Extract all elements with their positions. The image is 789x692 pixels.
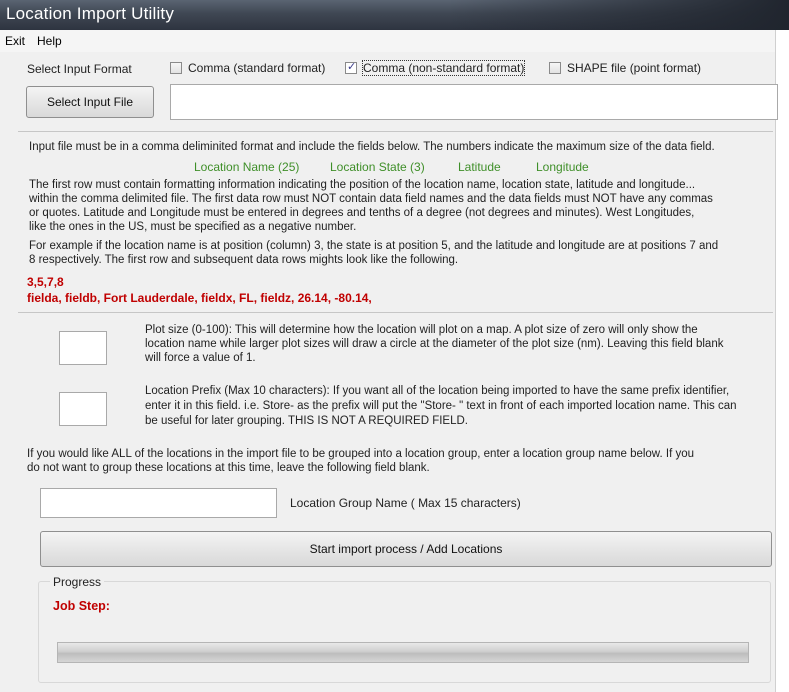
location-group-name-label: Location Group Name ( Max 15 characters) <box>290 496 521 510</box>
menu-exit[interactable]: Exit <box>5 34 25 48</box>
field-latitude: Latitude <box>458 160 501 174</box>
instructions-para1-line3: or quotes. Latitude and Longitude must b… <box>29 207 695 219</box>
format-comma-standard[interactable]: Comma (standard format) <box>170 60 340 76</box>
menu-help[interactable]: Help <box>37 34 62 48</box>
location-group-name-input[interactable] <box>40 488 277 518</box>
example-data-row: fielda, fieldb, Fort Lauderdale, fieldx,… <box>27 291 372 305</box>
instructions-para1-line1: The first row must contain formatting in… <box>29 179 696 191</box>
title-bar-shade <box>449 0 789 30</box>
title-bar[interactable]: Location Import Utility <box>0 0 789 30</box>
location-prefix-input[interactable] <box>59 392 107 426</box>
format-shape-file[interactable]: SHAPE file (point format) <box>549 60 719 76</box>
prefix-desc-line2: enter it in this field. i.e. Store- as t… <box>145 400 737 412</box>
plot-size-input[interactable] <box>59 331 107 365</box>
format-comma-nonstandard-label: Comma (non-standard format) <box>361 60 526 76</box>
select-input-file-button[interactable]: Select Input File <box>26 86 154 118</box>
app-window: Location Import Utility Exit Help Select… <box>0 0 789 692</box>
instructions-para1-line2: within the comma delimited file. The fir… <box>29 193 713 205</box>
instructions-line1: Input file must be in a comma deliminite… <box>29 141 715 153</box>
input-format-label: Select Input Format <box>27 62 132 76</box>
job-step-label: Job Step: <box>53 599 110 613</box>
input-file-path-field[interactable] <box>170 84 778 120</box>
checkbox-box[interactable] <box>549 62 561 74</box>
group-intro-line2: do not want to group these locations at … <box>27 462 430 474</box>
prefix-desc-line1: Location Prefix (Max 10 characters): If … <box>145 385 730 397</box>
plot-size-desc-line3: will force a value of 1. <box>145 352 256 364</box>
format-comma-nonstandard[interactable]: ✓ Comma (non-standard format) <box>345 60 535 76</box>
instructions-para2-line2: 8 respectively. The first row and subseq… <box>29 254 459 266</box>
menu-bar: Exit Help <box>0 30 789 52</box>
field-longitude: Longitude <box>536 160 589 174</box>
progress-legend: Progress <box>50 575 105 589</box>
checkmark-icon: ✓ <box>347 61 357 73</box>
window-right-edge <box>775 30 789 692</box>
format-comma-standard-label: Comma (standard format) <box>188 61 326 75</box>
instructions-para2-line1: For example if the location name is at p… <box>29 240 719 252</box>
window-title: Location Import Utility <box>6 4 175 23</box>
example-format-row: 3,5,7,8 <box>27 275 64 289</box>
start-import-button[interactable]: Start import process / Add Locations <box>40 531 772 567</box>
progress-bar <box>57 642 749 663</box>
plot-size-desc-line2: location name while larger plot sizes wi… <box>145 338 724 350</box>
progress-groupbox <box>38 581 771 683</box>
checkbox-box-checked[interactable]: ✓ <box>345 61 357 74</box>
checkbox-box[interactable] <box>170 62 182 74</box>
field-location-name: Location Name (25) <box>194 160 300 174</box>
format-shape-file-label: SHAPE file (point format) <box>567 61 702 75</box>
field-location-state: Location State (3) <box>330 160 425 174</box>
plot-size-desc-line1: Plot size (0-100): This will determine h… <box>145 324 698 336</box>
instructions-para1-line4: like the ones in the US, must be specifi… <box>29 221 357 233</box>
prefix-desc-line3: be useful for later grouping. THIS IS NO… <box>145 415 468 427</box>
group-intro-line1: If you would like ALL of the locations i… <box>27 448 694 460</box>
